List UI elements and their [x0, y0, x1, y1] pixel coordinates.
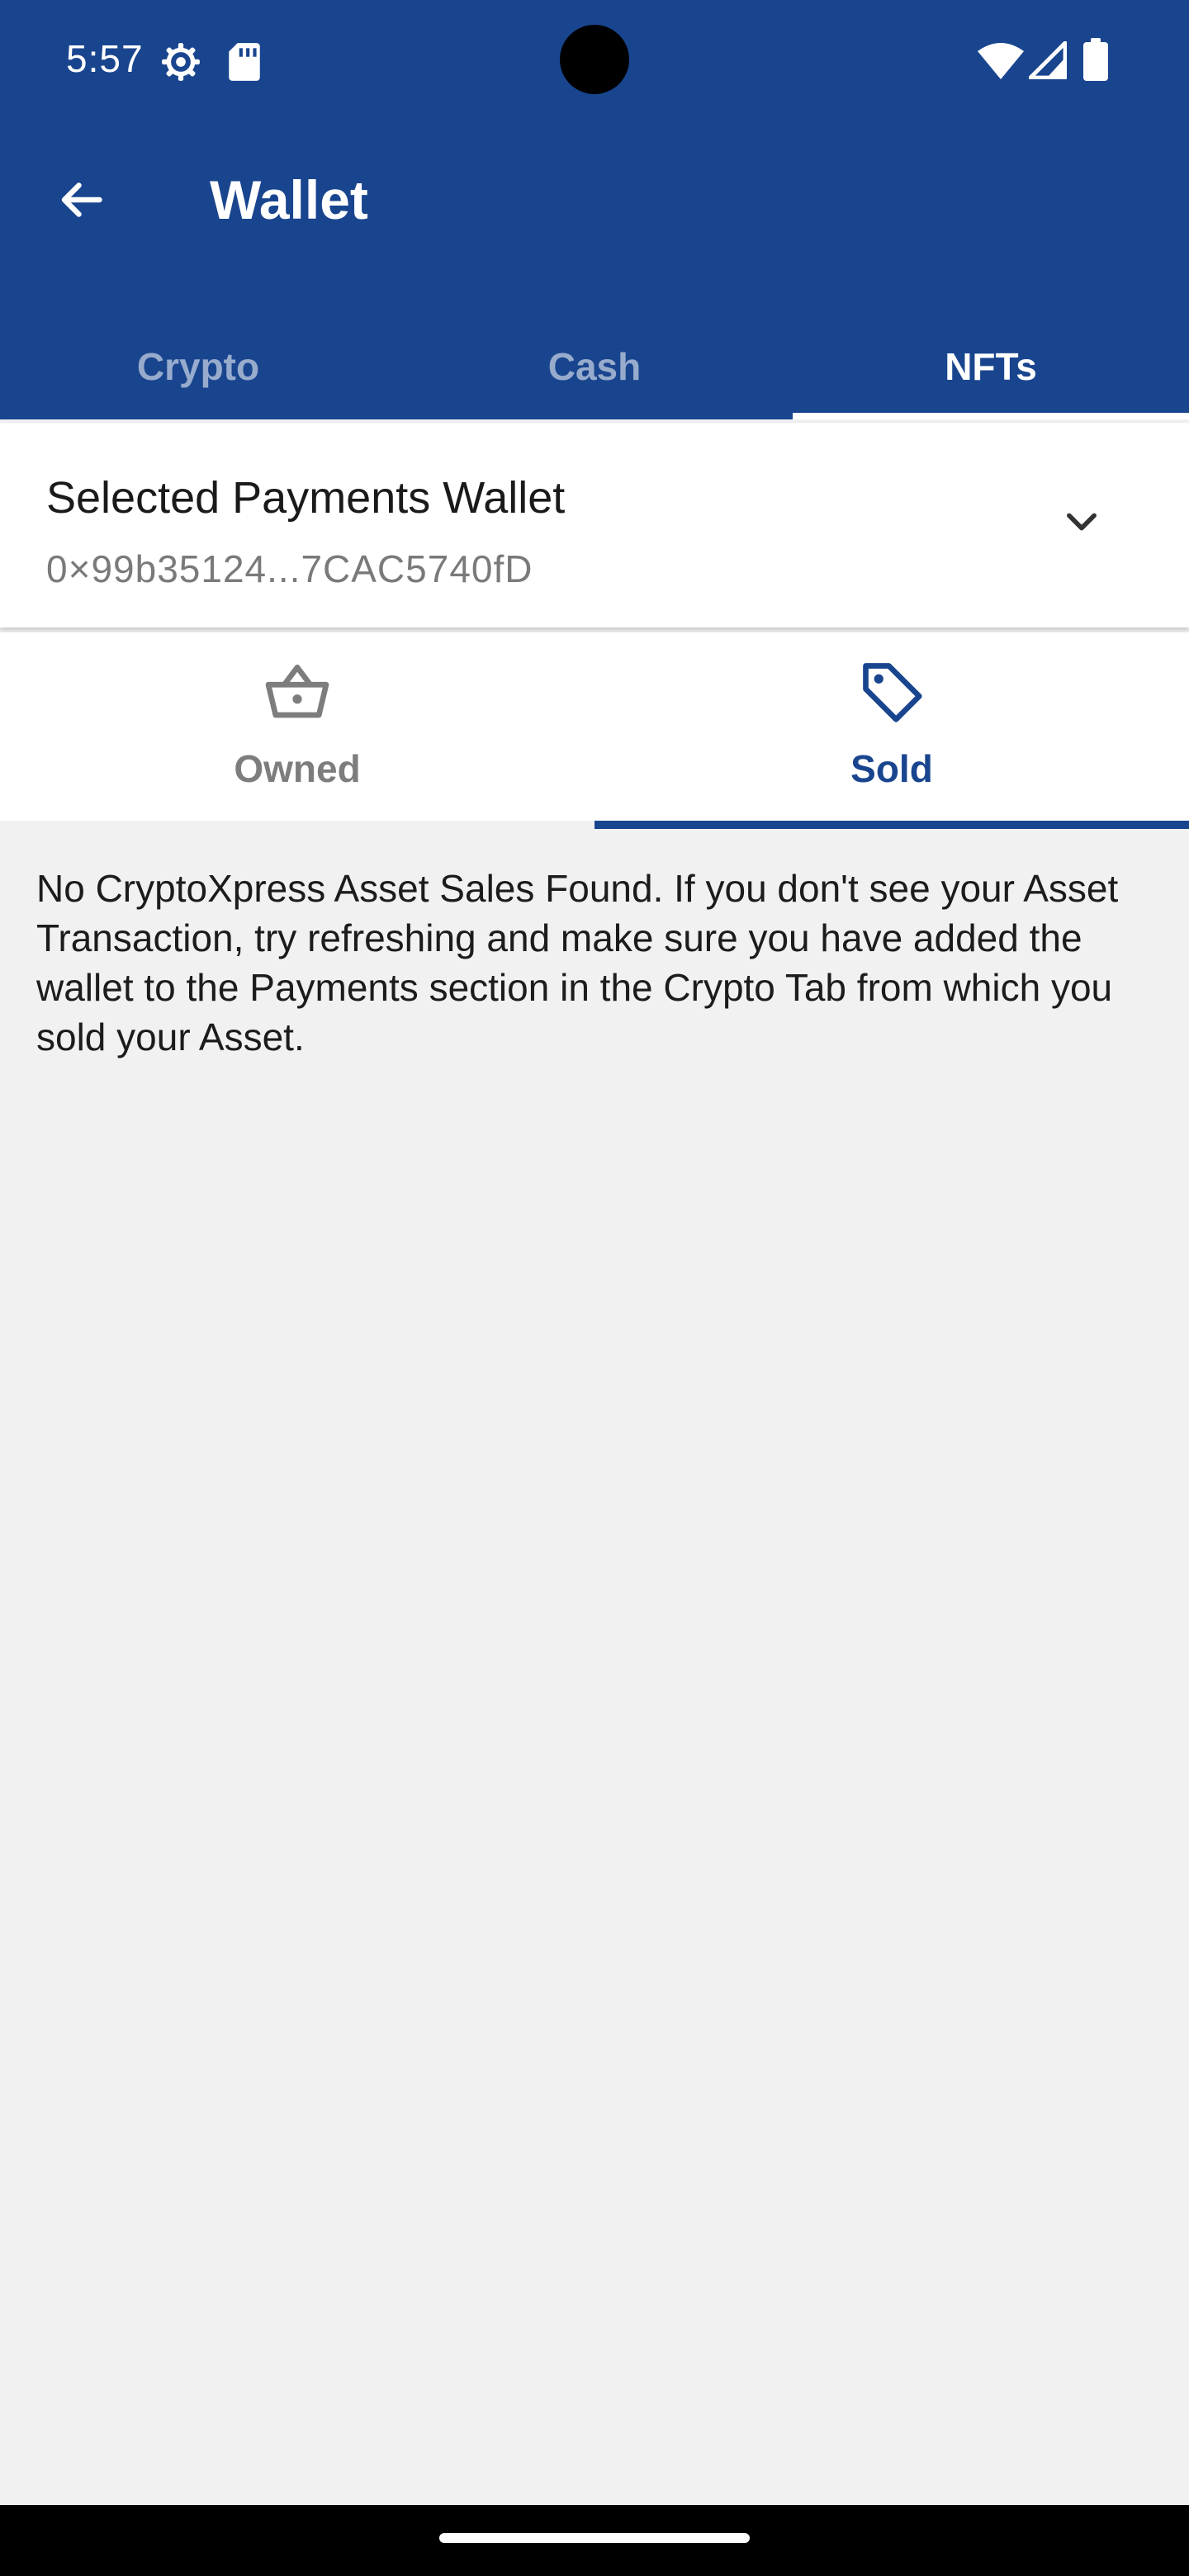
home-indicator[interactable] [439, 2533, 750, 2543]
app-bar: 5:57 Wallet Crypto Cash NFTs [0, 0, 1189, 419]
camera-cutout [560, 25, 629, 94]
tab-label: NFTs [945, 345, 1037, 388]
subtab-owned-label: Owned [234, 747, 361, 790]
arrow-left-icon [56, 175, 106, 229]
tab-nfts[interactable]: NFTs [793, 314, 1189, 419]
battery-icon [1083, 38, 1108, 85]
subtab-owned[interactable]: Owned [0, 632, 594, 821]
tab-label: Cash [547, 345, 642, 388]
tab-label: Crypto [136, 345, 260, 388]
empty-state-message: No CryptoXpress Asset Sales Found. If yo… [36, 867, 1119, 1058]
basket-icon [263, 657, 332, 727]
gear-icon [160, 41, 201, 87]
wallet-selector-title: Selected Payments Wallet [46, 473, 566, 523]
nft-subtabs: Owned Sold [0, 632, 1189, 829]
subtab-sold-label: Sold [850, 747, 933, 790]
sd-card-icon [226, 41, 263, 87]
system-nav-bar [0, 2505, 1189, 2576]
back-button[interactable] [43, 163, 119, 239]
wifi-icon [978, 41, 1024, 83]
page-title: Wallet [210, 169, 368, 230]
tab-crypto[interactable]: Crypto [0, 314, 396, 419]
status-time: 5:57 [66, 37, 144, 80]
tag-icon [857, 657, 926, 727]
status-bar: 5:57 [0, 0, 1189, 120]
tab-cash[interactable]: Cash [396, 314, 793, 419]
wallet-address: 0×99b35124...7CAC5740fD [46, 547, 533, 590]
signal-icon [1028, 40, 1068, 83]
subtab-sold[interactable]: Sold [594, 632, 1189, 829]
chevron-down-icon[interactable] [1049, 489, 1115, 555]
wallet-selector[interactable]: Selected Payments Wallet 0×99b35124...7C… [0, 423, 1189, 627]
